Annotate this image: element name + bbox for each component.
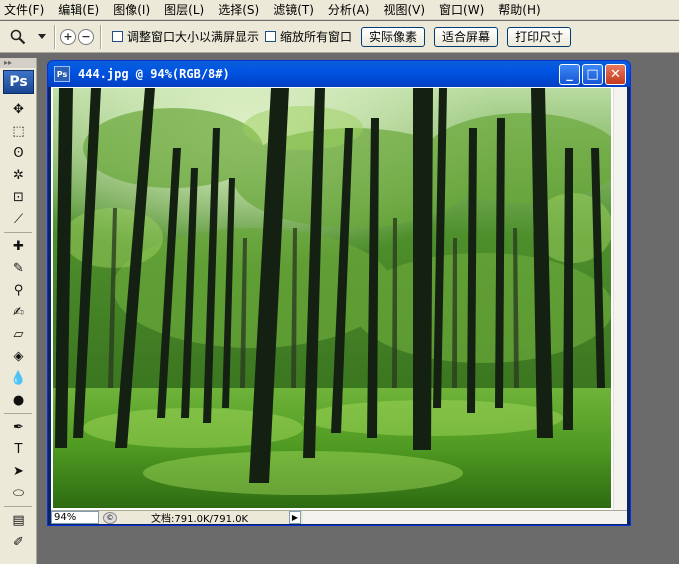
maximize-button[interactable]: □ [582, 64, 603, 85]
eraser-tool-icon[interactable]: ▱ [0, 323, 37, 345]
document-canvas[interactable] [51, 87, 627, 510]
menu-item[interactable]: 帮助(H) [498, 1, 540, 18]
toolbox-grip[interactable]: ▸▸ [0, 58, 36, 68]
menu-item[interactable]: 图层(L) [164, 1, 204, 18]
options-bar: + − 调整窗口大小以满屏显示 缩放所有窗口 实际像素 适合屏幕 打印尺寸 [0, 21, 679, 53]
menu-item[interactable]: 窗口(W) [439, 1, 484, 18]
horizontal-scrollbar[interactable] [303, 511, 627, 524]
menu-item[interactable]: 文件(F) [4, 1, 44, 18]
actual-pixels-button[interactable]: 实际像素 [361, 26, 426, 47]
document-window[interactable]: Ps 444.jpg @ 94%(RGB/8#) _ □ ✕ 94% © 文档:… [47, 60, 631, 526]
move-tool-icon[interactable]: ✥ [0, 98, 37, 120]
menu-item[interactable]: 滤镜(T) [273, 1, 314, 18]
photoshop-logo[interactable]: Ps [3, 70, 34, 94]
vertical-scrollbar[interactable] [613, 87, 627, 510]
slice-tool-icon[interactable]: ⟋ [0, 208, 37, 230]
menu-item[interactable]: 选择(S) [218, 1, 259, 18]
pen-tool-icon[interactable]: ✒ [0, 416, 37, 438]
zoom-tool-icon [10, 29, 26, 44]
document-icon[interactable]: Ps [54, 66, 70, 82]
zoom-level-field[interactable]: 94% [51, 511, 99, 524]
checkbox-box[interactable] [112, 31, 123, 42]
menu-item[interactable]: 分析(A) [328, 1, 370, 18]
divider [54, 24, 56, 49]
crop-tool-icon[interactable]: ⊡ [0, 186, 37, 208]
toolbox: ▸▸ Ps ✥ ⬚ ʘ ✲ ⊡ ⟋ ✚ ✎ ⚲ ✍ ▱ ◈ 💧 ● ✒ T ➤ ⬭ ▤ ✐ [0, 58, 37, 564]
zoom-in-button[interactable]: + [60, 28, 76, 45]
menu-item[interactable]: 视图(V) [383, 1, 425, 18]
tool-preset-picker[interactable] [6, 25, 50, 49]
document-status-bar: 94% © 文档:791.0K/791.0K ▶ [51, 510, 627, 525]
forest-photo [53, 88, 611, 508]
brush-tool-icon[interactable]: ✎ [0, 257, 37, 279]
status-info-icon[interactable]: © [103, 511, 117, 524]
document-titlebar[interactable]: Ps 444.jpg @ 94%(RGB/8#) _ □ ✕ [48, 61, 630, 87]
toolbox-divider [4, 232, 32, 233]
history-brush-tool-icon[interactable]: ✍ [0, 301, 37, 323]
minimize-button[interactable]: _ [559, 64, 580, 85]
blur-tool-icon[interactable]: 💧 [0, 367, 37, 389]
print-size-button[interactable]: 打印尺寸 [507, 26, 572, 47]
zoom-all-windows-label: 缩放所有窗口 [280, 30, 353, 44]
toolbox-divider [4, 506, 32, 507]
toolbox-divider [4, 413, 32, 414]
zoom-out-button[interactable]: − [78, 28, 94, 45]
status-menu-arrow-icon[interactable]: ▶ [289, 511, 301, 524]
menu-bar: 文件(F) 编辑(E) 图像(I) 图层(L) 选择(S) 滤镜(T) 分析(A) 视图(V)… [0, 0, 679, 20]
path-selection-tool-icon[interactable]: ➤ [0, 460, 37, 482]
healing-brush-tool-icon[interactable]: ✚ [0, 235, 37, 257]
close-button[interactable]: ✕ [605, 64, 626, 85]
document-size-info: 文档:791.0K/791.0K [151, 514, 249, 525]
checkbox-box[interactable] [265, 31, 277, 42]
document-title: 444.jpg @ 94%(RGB/8#) [78, 67, 230, 81]
resize-windows-checkbox[interactable]: 调整窗口大小以满屏显示 [112, 28, 259, 45]
resize-windows-label: 调整窗口大小以满屏显示 [127, 30, 260, 44]
dodge-tool-icon[interactable]: ● [0, 389, 37, 411]
menu-item[interactable]: 编辑(E) [58, 1, 99, 18]
eyedropper-tool-icon[interactable]: ✐ [0, 531, 37, 553]
magic-wand-tool-icon[interactable]: ✲ [0, 164, 37, 186]
zoom-all-windows-checkbox[interactable]: 缩放所有窗口 [265, 28, 352, 45]
chevron-down-icon [38, 33, 46, 39]
marquee-tool-icon[interactable]: ⬚ [0, 120, 37, 142]
clone-stamp-tool-icon[interactable]: ⚲ [0, 279, 37, 301]
type-tool-icon[interactable]: T [0, 438, 37, 460]
lasso-tool-icon[interactable]: ʘ [0, 142, 37, 164]
fit-screen-button[interactable]: 适合屏幕 [434, 26, 499, 47]
notes-tool-icon[interactable]: ▤ [0, 509, 37, 531]
divider [100, 24, 102, 49]
shape-tool-icon[interactable]: ⬭ [0, 482, 37, 504]
forest-image [53, 88, 611, 508]
menu-item[interactable]: 图像(I) [113, 1, 150, 18]
paint-bucket-tool-icon[interactable]: ◈ [0, 345, 37, 367]
